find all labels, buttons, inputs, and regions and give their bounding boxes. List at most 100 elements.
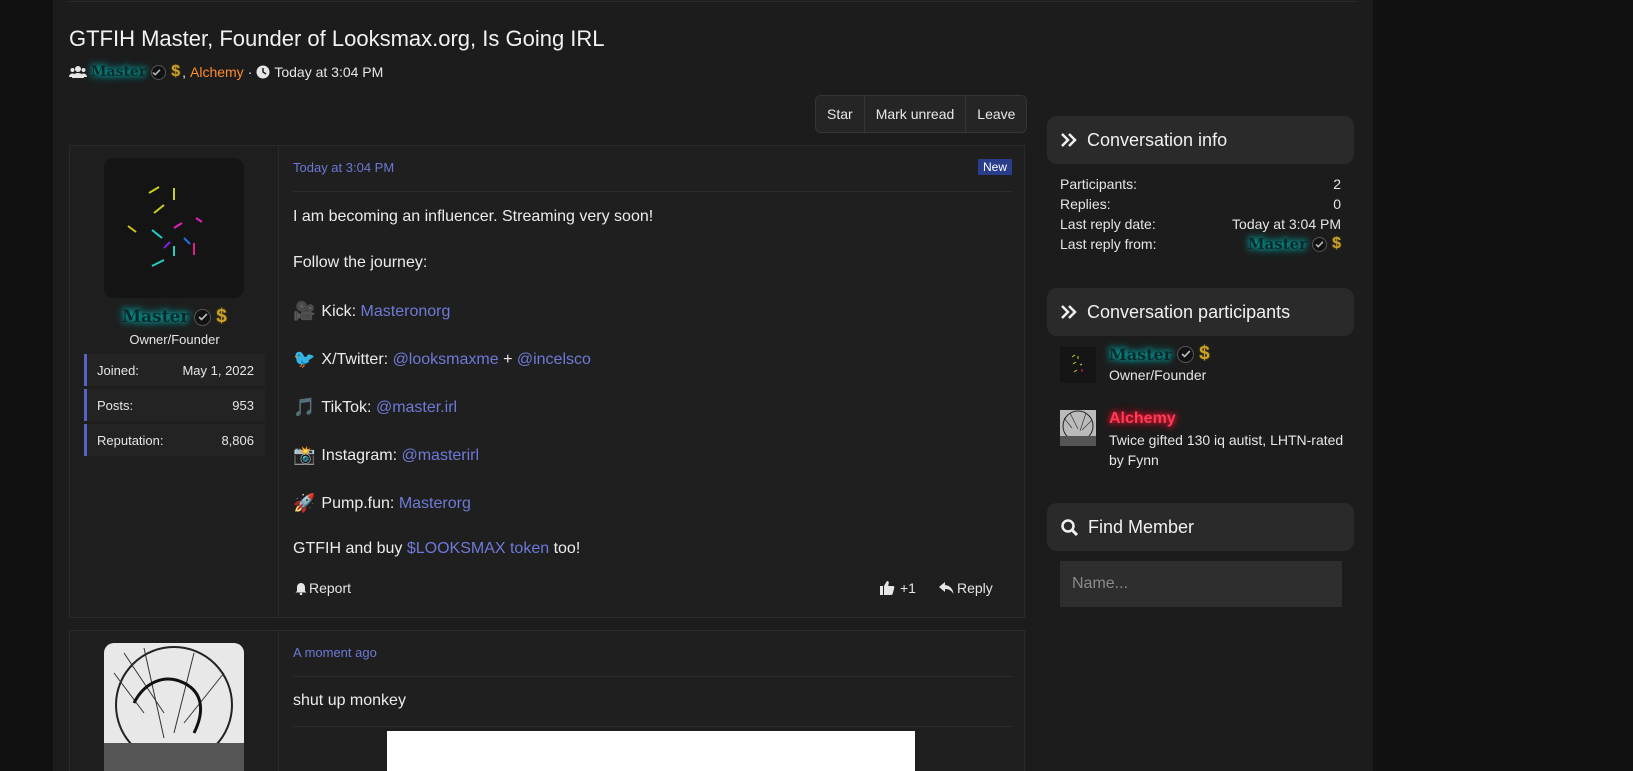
stat-posts: Posts: 953	[84, 389, 265, 421]
info-row-replies: Replies: 0	[1060, 194, 1341, 214]
post-timestamp[interactable]: A moment ago	[293, 645, 377, 660]
avatar-art	[104, 646, 244, 771]
reply-button[interactable]: Reply	[939, 580, 993, 596]
avatar[interactable]	[1060, 347, 1096, 383]
page-title: GTFIH Master, Founder of Looksmax.org, I…	[69, 26, 605, 51]
stat-label: Reputation:	[97, 432, 164, 448]
users-icon	[69, 66, 87, 78]
post2-text: shut up monkey	[293, 692, 406, 709]
conversation-participants-title: Conversation participants	[1087, 301, 1291, 322]
bird-icon: 🐦	[293, 349, 316, 369]
dollar-icon: $	[1199, 343, 1210, 364]
camera-flash-icon: 📸	[293, 445, 316, 465]
conversation-participants-header: Conversation participants	[1047, 288, 1354, 336]
closing-pre: GTFIH and buy	[293, 540, 403, 557]
token-link[interactable]: $LOOKSMAX token	[407, 540, 549, 558]
like-count: +1	[900, 580, 916, 596]
post-line-2: Follow the journey:	[293, 254, 428, 271]
kick-link[interactable]: Masteronorg	[361, 303, 451, 321]
pump-line: 🚀 Pump.fun: Masterorg	[293, 493, 471, 514]
stat-label: Posts:	[97, 397, 134, 413]
participant-alchemy-link[interactable]: Alchemy	[1109, 410, 1176, 428]
find-member-title: Find Member	[1088, 516, 1195, 537]
info-value-user: Master $	[1248, 235, 1341, 253]
new-badge: New	[977, 159, 1012, 175]
avatar[interactable]	[104, 158, 244, 298]
instagram-link[interactable]: @masterirl	[401, 447, 479, 465]
avatar[interactable]	[1060, 410, 1096, 446]
stat-label: Joined:	[97, 362, 139, 378]
reply-icon	[939, 581, 954, 594]
info-label: Participants:	[1060, 176, 1138, 192]
like-button[interactable]: +1	[880, 580, 916, 596]
info-value: Today at 3:04 PM	[1232, 216, 1341, 232]
message-post-2: A moment ago shut up monkey	[69, 630, 1025, 771]
mark-unread-button[interactable]: Mark unread	[863, 96, 966, 132]
post-divider	[293, 726, 1012, 727]
thumbs-up-icon	[880, 581, 895, 595]
tiktok-line: 🎵 TikTok: @master.irl	[293, 397, 457, 418]
message-post-1: Master $ Owner/Founder Joined: May 1, 20…	[69, 145, 1025, 618]
verified-icon	[1177, 345, 1195, 363]
search-icon	[1061, 518, 1078, 536]
twitter-plus: +	[503, 350, 513, 368]
instagram-label: Instagram:	[321, 446, 398, 464]
tiktok-link[interactable]: @master.irl	[376, 399, 457, 417]
leave-button[interactable]: Leave	[965, 96, 1026, 132]
info-row-participants: Participants: 2	[1060, 174, 1341, 194]
twitter-label: X/Twitter:	[321, 350, 389, 368]
conversation-actions: Star Mark unread Leave	[815, 95, 1028, 133]
info-label: Replies:	[1060, 196, 1111, 212]
post-user-cell	[70, 631, 279, 771]
post-image[interactable]	[387, 731, 915, 771]
avatar[interactable]	[104, 643, 244, 771]
info-value: 2	[1333, 176, 1341, 192]
post-divider	[293, 676, 1012, 677]
verified-icon	[194, 308, 212, 326]
participant-alchemy-link[interactable]: Alchemy	[190, 64, 244, 80]
post-timestamp[interactable]: Today at 3:04 PM	[293, 160, 394, 175]
verified-icon	[151, 64, 167, 80]
participant-title: Owner/Founder	[1109, 367, 1207, 383]
report-button[interactable]: Report	[295, 580, 351, 596]
avatar-art	[127, 186, 203, 267]
post-user-cell: Master $ Owner/Founder Joined: May 1, 20…	[70, 146, 279, 617]
star-button[interactable]: Star	[816, 96, 864, 132]
stat-value: 953	[232, 397, 254, 413]
pump-link[interactable]: Masterorg	[399, 495, 471, 513]
info-value: 0	[1333, 196, 1341, 212]
info-label: Last reply from:	[1060, 236, 1157, 252]
camera-icon: 🎥	[293, 301, 316, 321]
meta-separator: ,	[182, 64, 186, 80]
twitter-link-2[interactable]: @incelsco	[517, 351, 591, 369]
find-member-header: Find Member	[1047, 503, 1354, 551]
double-chevron-icon	[1061, 305, 1077, 319]
closing-post: too!	[553, 540, 581, 557]
kick-label: Kick:	[321, 302, 357, 320]
post-author-name[interactable]: Master	[122, 307, 189, 327]
instagram-line: 📸 Instagram: @masterirl	[293, 445, 479, 466]
tiktok-label: TikTok:	[321, 398, 372, 416]
kick-line: 🎥 Kick: Masteronorg	[293, 301, 450, 322]
top-divider	[69, 0, 1357, 2]
thread-time: Today at 3:04 PM	[274, 64, 384, 80]
stat-joined: Joined: May 1, 2022	[84, 354, 265, 386]
avatar-art	[1060, 410, 1096, 446]
last-reply-user-link[interactable]: Master	[1248, 235, 1307, 253]
find-member-block: Find Member	[1047, 503, 1354, 623]
thread-meta: Master $ , Alchemy · Today at 3:04 PM	[69, 63, 383, 81]
info-row-last-reply-from: Last reply from: Master $	[1060, 234, 1341, 254]
post-line-1: I am becoming an influencer. Streaming v…	[293, 208, 654, 225]
report-label: Report	[309, 580, 352, 596]
info-row-last-reply-date: Last reply date: Today at 3:04 PM	[1060, 214, 1341, 234]
twitter-link-1[interactable]: @looksmaxme	[393, 351, 499, 369]
post-author: Master $	[70, 306, 279, 328]
participant-master-link[interactable]: Master	[91, 64, 146, 80]
verified-icon	[1312, 236, 1328, 252]
participant-master-link[interactable]: Master	[1109, 345, 1172, 364]
stat-reputation: Reputation: 8,806	[84, 424, 265, 456]
post-content-cell: Today at 3:04 PM New I am becoming an in…	[279, 146, 1024, 617]
clock-icon	[256, 65, 270, 79]
find-member-input[interactable]	[1060, 561, 1342, 607]
post-content-cell: A moment ago shut up monkey	[279, 631, 1024, 771]
